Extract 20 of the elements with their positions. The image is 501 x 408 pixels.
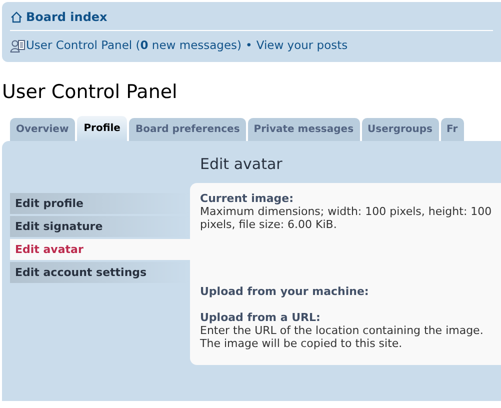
- field-description: Maximum dimensions; width: 100 pixels, height: 100 pixels, file size: 6.00 KiB.: [200, 205, 493, 231]
- field-label: Upload from your machine:: [200, 285, 370, 298]
- separator: •: [246, 37, 252, 54]
- tab[interactable]: Overview: [10, 118, 75, 141]
- tab[interactable]: Fr: [440, 118, 464, 141]
- user-card-icon: [10, 39, 26, 53]
- tab[interactable]: Usergroups: [362, 118, 439, 141]
- page-title: User Control Panel: [2, 80, 178, 104]
- view-posts-link[interactable]: View your posts: [256, 37, 348, 55]
- tab[interactable]: Private messages: [248, 118, 360, 141]
- field-description: Enter the URL of the location containing the image. The image will be copied to this site.: [200, 324, 484, 350]
- home-icon: [10, 11, 23, 23]
- tab[interactable]: Profile: [76, 116, 128, 141]
- field-label: Current image:: [200, 192, 295, 205]
- menu-item[interactable]: Edit avatar: [10, 239, 190, 260]
- board-index-link[interactable]: Board index: [26, 8, 108, 26]
- field-label: Upload from a URL:: [200, 311, 322, 324]
- tab[interactable]: Board preferences: [129, 118, 246, 141]
- control-panel-link[interactable]: User Control Panel (0 new messages): [26, 37, 242, 55]
- section-title: Edit avatar: [200, 154, 284, 175]
